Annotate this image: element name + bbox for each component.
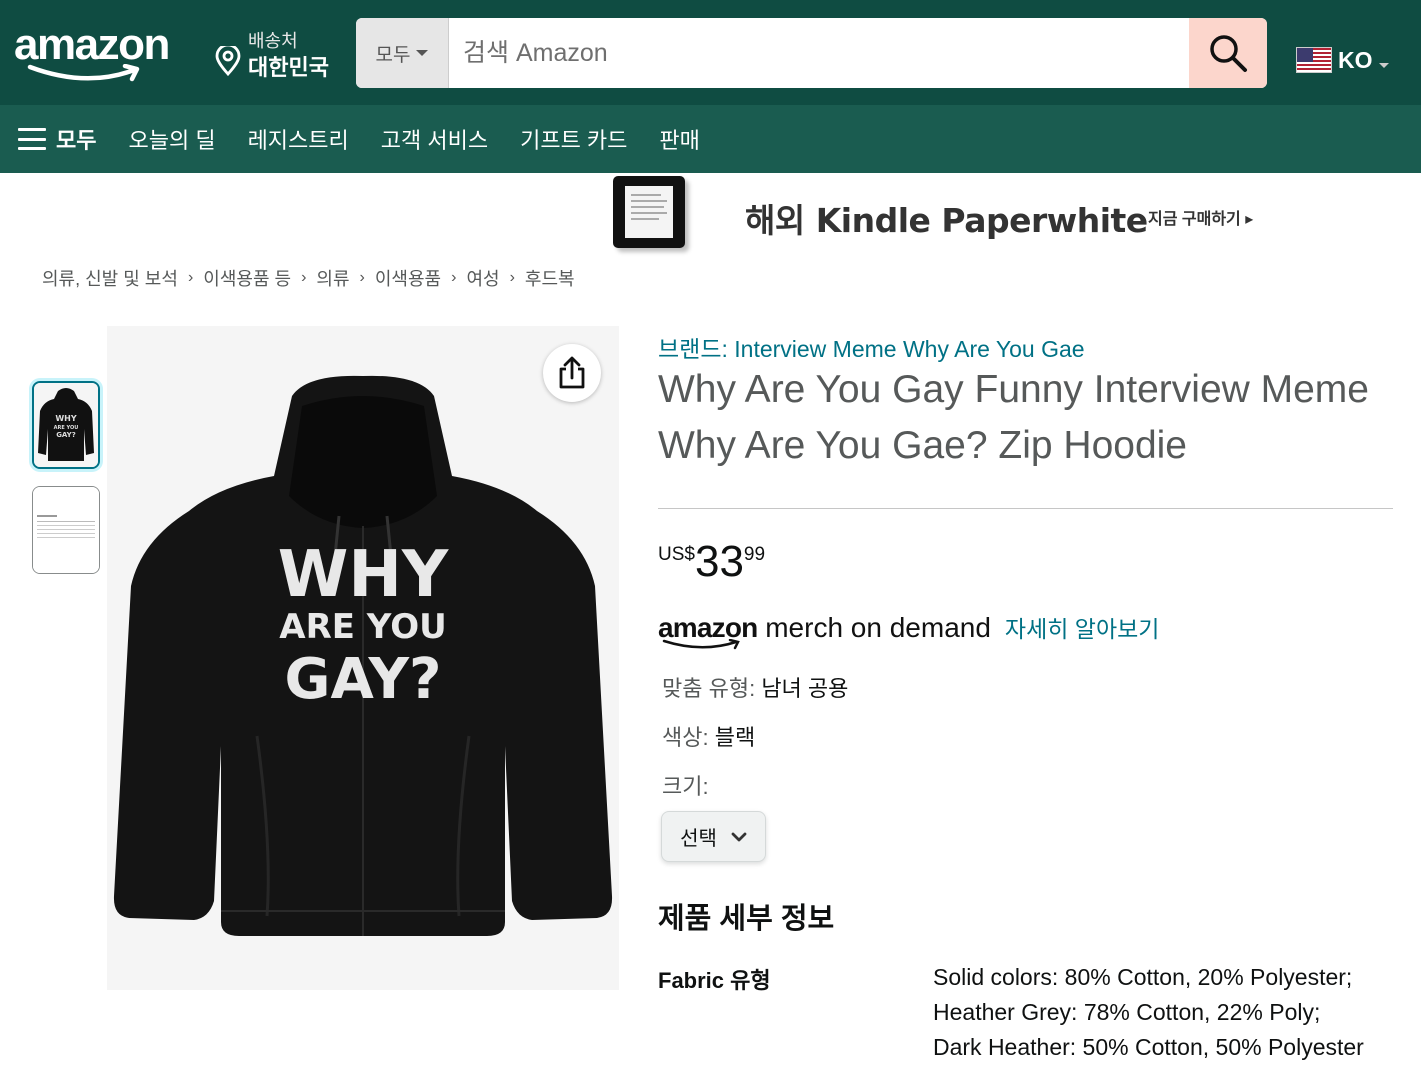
product-title: Why Are You Gay Funny Interview Meme Why… — [658, 368, 1369, 467]
sub-navigation: 모두 오늘의 딜 레지스트리 고객 서비스 기프트 카드 판매 — [0, 105, 1421, 173]
nav-item-deals[interactable]: 오늘의 딜 — [128, 123, 215, 155]
chevron-right-icon: › — [359, 269, 365, 286]
deliver-to[interactable]: 배송처 대한민국 — [212, 24, 342, 84]
search-bar: 모두 — [356, 18, 1267, 88]
fit-type-value: 남녀 공용 — [761, 676, 849, 701]
product-price: US$ 33 99 — [658, 538, 765, 586]
learn-more-link[interactable]: 자세히 알아보기 — [1005, 610, 1160, 644]
color-label: 색상: — [662, 725, 709, 750]
svg-text:GAY?: GAY? — [56, 431, 76, 439]
search-category-dropdown[interactable]: 모두 — [356, 18, 449, 88]
kindle-promo-banner[interactable]: 해외 Kindle Paperwhite 지금 구매하기 ▸ — [600, 176, 1300, 254]
product-details-heading: 제품 세부 정보 — [658, 903, 835, 935]
breadcrumb: 의류, 신발 및 보석 › 이색용품 등 › 의류 › 이색용품 › 여성 › 후드복 — [42, 265, 575, 291]
color-value: 블랙 — [714, 725, 756, 750]
share-icon — [559, 356, 585, 389]
top-header: amazon 배송처 대한민국 모두 검색 Amazon KO — [0, 0, 1421, 105]
thumbnail-hoodie-front[interactable]: WHY ARE YOU GAY? — [32, 381, 100, 469]
chevron-right-icon: › — [451, 269, 457, 286]
merch-logo-text: merch on demand — [765, 612, 991, 643]
hoodie-print-line-3: GAY? — [285, 647, 442, 712]
color-row: 색상: 블랙 — [662, 720, 755, 752]
all-menu-label: 모두 — [56, 128, 97, 153]
search-icon — [1210, 35, 1247, 72]
breadcrumb-item[interactable]: 이색용품 — [375, 265, 441, 291]
thumbnail-size-chart[interactable] — [32, 486, 100, 574]
banner-title: 해외 Kindle Paperwhite — [745, 201, 1148, 240]
chevron-down-icon — [731, 832, 747, 841]
banner-buy-now-link[interactable]: 지금 구매하기 ▸ — [1148, 205, 1253, 229]
hoodie-print-line-1: WHY — [278, 538, 449, 612]
kindle-device-image — [613, 176, 685, 248]
price-fraction: 99 — [743, 544, 766, 565]
nav-item-customer-service[interactable]: 고객 서비스 — [381, 123, 488, 155]
breadcrumb-item[interactable]: 의류 — [316, 265, 349, 291]
chevron-right-icon: › — [509, 269, 515, 286]
merch-on-demand-logo: amazon merch on demand — [658, 612, 991, 650]
brand-link[interactable]: 브랜드: Interview Meme Why Are You Gae — [658, 330, 1085, 364]
nav-item-sell[interactable]: 판매 — [659, 123, 699, 155]
nav-item-gift-cards[interactable]: 기프트 카드 — [520, 123, 627, 155]
size-row: 크기: — [662, 769, 709, 801]
all-menu-button[interactable]: 모두 — [18, 123, 96, 155]
fit-type-row: 맞춤 유형: 남녀 공용 — [662, 671, 848, 703]
search-button[interactable] — [1189, 18, 1267, 88]
share-button[interactable] — [543, 344, 601, 402]
fit-type-label: 맞춤 유형: — [662, 676, 756, 701]
logo-text: amazon — [14, 20, 170, 69]
chevron-right-icon: › — [187, 269, 194, 286]
detail-value-line: Solid colors: 80% Cotton, 20% Polyester; — [933, 964, 1353, 990]
size-dropdown[interactable]: 선택 — [661, 811, 766, 862]
nav-item-registry[interactable]: 레지스트리 — [248, 123, 349, 155]
breadcrumb-item[interactable]: 이색용품 등 — [203, 265, 291, 291]
search-category-label: 모두 — [375, 44, 411, 66]
hamburger-menu-icon — [18, 128, 46, 150]
breadcrumb-item[interactable]: 여성 — [466, 265, 499, 291]
detail-label-fabric: Fabric 유형 — [658, 968, 771, 993]
divider — [658, 508, 1393, 509]
detail-value-line: Heather Grey: 78% Cotton, 22% Poly; — [933, 999, 1321, 1025]
svg-text:WHY: WHY — [55, 414, 77, 423]
detail-value-line: Dark Heather: 50% Cotton, 50% Polyester — [933, 1034, 1364, 1060]
merch-on-demand-row: amazon merch on demand 자세히 알아보기 — [658, 610, 1160, 650]
chevron-right-icon: › — [301, 269, 307, 286]
price-whole: 33 — [694, 537, 744, 586]
size-dropdown-value: 선택 — [680, 828, 717, 850]
detail-value-fabric: Solid colors: 80% Cotton, 20% Polyester;… — [933, 960, 1403, 1065]
logo-smile-icon — [27, 64, 140, 82]
caret-down-icon — [1378, 62, 1389, 68]
location-pin-icon — [215, 46, 241, 76]
amazon-logo[interactable]: amazon — [14, 22, 189, 84]
price-currency: US$ — [658, 544, 695, 565]
language-selector[interactable]: KO — [1296, 44, 1389, 76]
us-flag-icon — [1296, 47, 1332, 73]
hoodie-print-line-2: ARE YOU — [279, 607, 446, 647]
deliver-country: 대한민국 — [248, 55, 329, 80]
breadcrumb-item[interactable]: 후드복 — [525, 265, 575, 291]
product-main-image[interactable]: WHY ARE YOU GAY? — [107, 326, 619, 990]
breadcrumb-item[interactable]: 의류, 신발 및 보석 — [42, 265, 178, 291]
caret-down-icon — [416, 50, 429, 56]
search-input[interactable] — [449, 18, 1189, 88]
size-label: 크기: — [662, 774, 709, 799]
logo-smile-icon — [662, 639, 740, 650]
language-label: KO — [1338, 46, 1373, 73]
